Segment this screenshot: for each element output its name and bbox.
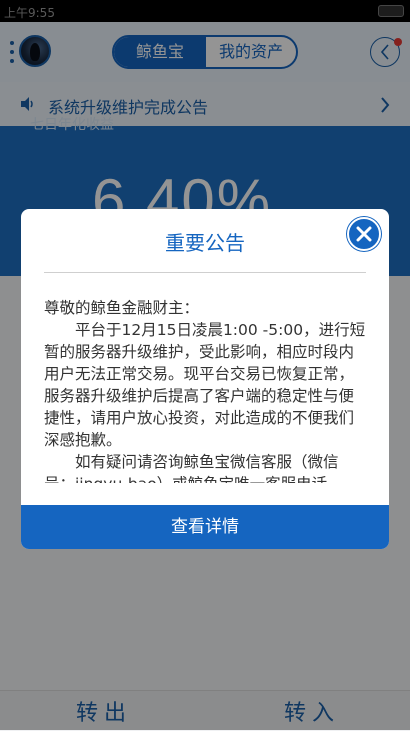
dialog-greeting: 尊敬的鲸鱼金融财主：: [44, 299, 200, 317]
view-details-button[interactable]: 查看详情: [21, 505, 389, 549]
close-icon: [356, 226, 372, 242]
dialog-paragraph: 平台于12月15日凌晨1:00 -5:00，进行短暂的服务器升级维护，受此影响，…: [44, 321, 366, 449]
notice-dialog: 重要公告 尊敬的鲸鱼金融财主： 平台于12月15日凌晨1:00 -5:00，进行…: [21, 209, 389, 549]
dialog-paragraph: 如有疑问请咨询鲸鱼宝微信客服（微信号：jingyu-bao）或鲸鱼宝唯一客服电话: [44, 453, 339, 483]
dialog-close-button[interactable]: [347, 217, 381, 251]
dialog-body: 尊敬的鲸鱼金融财主： 平台于12月15日凌晨1:00 -5:00，进行短暂的服务…: [44, 297, 368, 483]
dialog-divider: [44, 272, 366, 273]
dialog-title: 重要公告: [165, 231, 245, 255]
